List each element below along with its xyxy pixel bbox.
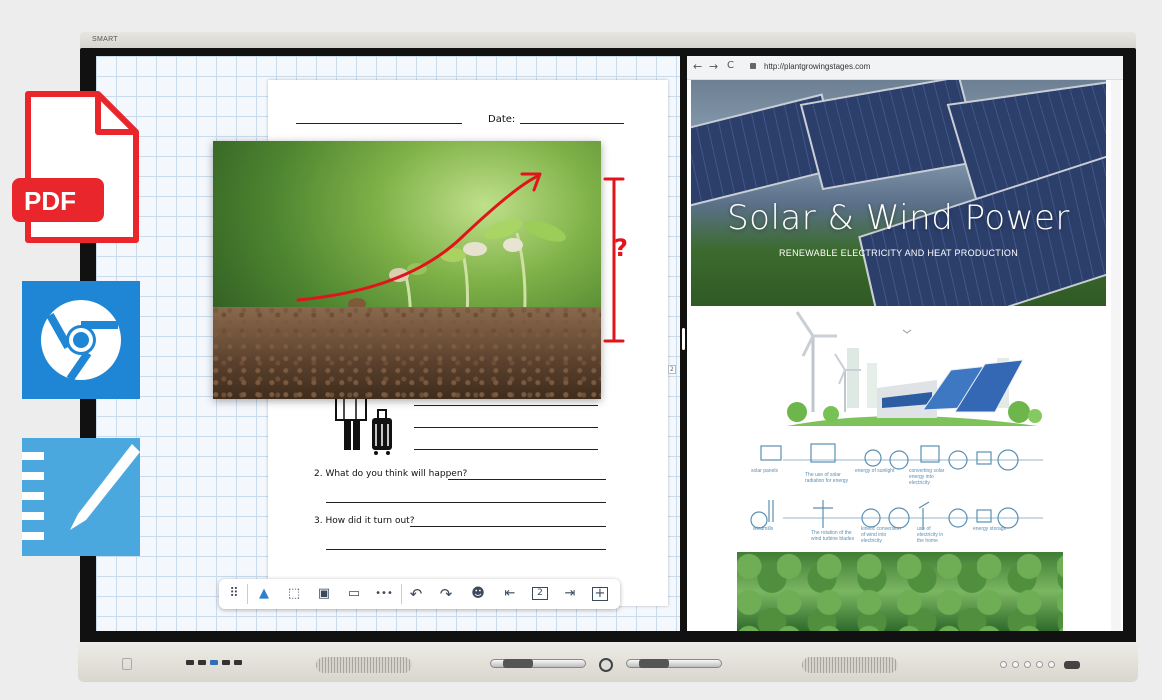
date-label: Date: (488, 114, 516, 125)
solar-panel (799, 80, 983, 191)
hero-subtitle: RENEWABLE ELECTRICITY AND HEAT PRODUCTIO… (778, 248, 1018, 258)
split-handle[interactable] (682, 328, 685, 350)
previous-page-icon[interactable]: ⇤ (501, 585, 519, 603)
infographic-text: The use of solar radiation for energy (805, 472, 849, 484)
select-icon[interactable]: ⬚ (285, 585, 303, 603)
right-speaker (802, 657, 898, 673)
drag-handle-icon[interactable]: ⠿ (225, 585, 243, 603)
chrome-app-icon[interactable] (22, 281, 140, 399)
ink-annotations[interactable] (286, 168, 546, 358)
answer-line (326, 549, 606, 550)
more-icon[interactable]: ••• (375, 585, 393, 603)
pen-right[interactable] (626, 659, 722, 668)
next-page-icon[interactable]: ⇥ (561, 585, 579, 603)
windmills-label: windmills (753, 526, 774, 532)
scrollbar[interactable] (1111, 80, 1121, 631)
answer-line (414, 449, 598, 450)
url-field[interactable]: http://plantgrowingstages.com (764, 62, 870, 71)
whiteboard-canvas[interactable]: Date: 2. What do you think will happen? … (96, 56, 680, 631)
add-image-icon[interactable]: ▣ (315, 585, 333, 603)
left-speaker (316, 657, 412, 673)
infographic-text: energy of sunlight (855, 468, 895, 474)
date-line (520, 123, 624, 124)
answer-line (326, 502, 606, 503)
forward-icon[interactable]: → (709, 60, 718, 73)
usb-port (186, 660, 194, 665)
infographic-text: use of electricity in the home (917, 526, 944, 544)
energy-infographic (750, 443, 1043, 530)
answer-line (448, 479, 606, 480)
control-button[interactable] (1048, 661, 1055, 668)
page-number-icon[interactable]: 2 (532, 587, 548, 600)
usb-port (198, 660, 206, 665)
infographic-text: energy storage (973, 526, 1007, 532)
pen-icon[interactable]: ▲ (255, 585, 273, 603)
hero-title: Solar & Wind Power (727, 198, 1070, 238)
home-button[interactable] (122, 658, 132, 670)
reload-icon[interactable]: C (727, 60, 734, 71)
ink-question-mark: ? (614, 234, 628, 262)
pen-left[interactable] (490, 659, 586, 668)
notebook-app-icon[interactable] (22, 438, 140, 556)
infographic-text: converting solar energy into electricity (909, 468, 945, 486)
usb-c-port (210, 660, 218, 665)
address-bar: ← → C http://plantgrowingstages.com (687, 56, 1123, 80)
answer-line (414, 427, 598, 428)
infographic-text: kinetic conversion of wind into electric… (861, 526, 901, 544)
control-button[interactable] (1024, 661, 1031, 668)
name-line (296, 123, 462, 124)
lock-icon (750, 63, 756, 69)
students-icon[interactable]: ☻ (469, 585, 487, 603)
usb-port (234, 660, 242, 665)
question-2: 2. What do you think will happen? (314, 469, 468, 479)
control-button[interactable] (1036, 661, 1043, 668)
monitor-brand-logo: SMART (92, 36, 118, 43)
answer-line (410, 526, 606, 527)
traveler-icon (335, 397, 392, 455)
monitor-bottom-bar (78, 642, 1138, 682)
toolbar-separator (247, 584, 248, 604)
toolbar-separator (401, 584, 402, 604)
pdf-app-icon[interactable] (12, 90, 142, 248)
infographic-text: The rotation of the wind turbine blades (811, 530, 855, 542)
pdf-label: PDF (24, 186, 76, 216)
forest-image (737, 552, 1063, 631)
redo-icon[interactable]: ↷ (437, 585, 455, 603)
undo-icon[interactable]: ↶ (407, 585, 425, 603)
control-button[interactable] (1000, 661, 1007, 668)
control-button[interactable] (1012, 661, 1019, 668)
solar-panels-label: solar panels (751, 468, 778, 474)
question-3: 3. How did it turn out? (314, 516, 415, 526)
renewable-energy-illustration (787, 311, 1042, 426)
browser-window: ← → C http://plantgrowingstages.com Sola… (687, 56, 1123, 631)
answer-line (414, 405, 598, 406)
back-icon[interactable]: ← (693, 60, 702, 73)
display-screen: Date: 2. What do you think will happen? … (96, 56, 1123, 631)
hero-banner: Solar & Wind Power RENEWABLE ELECTRICITY… (691, 80, 1106, 306)
pen-tray-button[interactable] (599, 658, 613, 672)
floating-toolbar: ⠿ ▲ ⬚ ▣ ▭ ••• ↶ ↷ ☻ ⇤ 2 ⇥ + (219, 579, 620, 609)
hdmi-port (222, 660, 230, 665)
power-button[interactable] (1064, 661, 1080, 669)
page-tag: 2 (668, 365, 676, 374)
add-page-icon[interactable]: + (592, 587, 608, 601)
chat-icon[interactable]: ▭ (345, 585, 363, 603)
